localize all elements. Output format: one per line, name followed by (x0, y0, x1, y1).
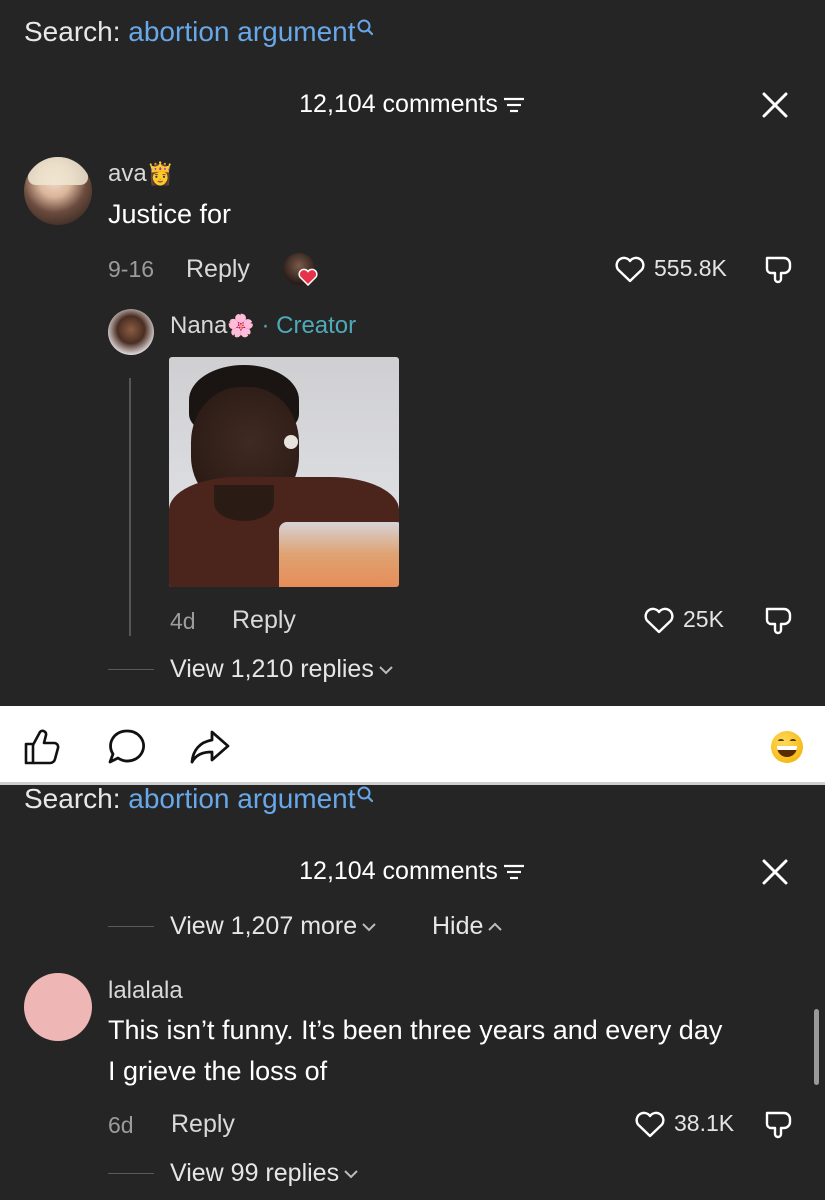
reply-button[interactable]: Reply (171, 1110, 235, 1139)
comment-bubble-icon[interactable] (106, 727, 148, 767)
chevron-down-icon (344, 1170, 358, 1179)
filter-icon[interactable] (502, 862, 526, 882)
comment-date: 6d (108, 1112, 134, 1138)
search-bar[interactable]: Search: abortion argument (24, 16, 374, 48)
action-bar (0, 706, 825, 784)
search-query[interactable]: abortion argument (128, 785, 355, 814)
reply-button[interactable]: Reply (186, 255, 250, 284)
emoji-eye-right (790, 739, 796, 743)
chevron-down-icon (362, 923, 376, 932)
dislike-icon[interactable] (762, 1107, 796, 1141)
chevron-down-icon (379, 666, 393, 675)
username-ava[interactable]: ava👸 (108, 160, 174, 188)
dislike-icon[interactable] (762, 603, 796, 637)
comment-count: 12,104 comments (299, 90, 498, 118)
scrollbar[interactable] (814, 1009, 819, 1085)
avatar-hair (28, 157, 88, 185)
filter-icon[interactable] (502, 95, 526, 115)
username-nana[interactable]: Nana🌸 · Creator (170, 312, 356, 340)
close-icon[interactable] (760, 857, 790, 887)
share-arrow-icon[interactable] (188, 728, 232, 766)
like-count-nana[interactable]: 25K (643, 606, 724, 635)
emoji-mouth (777, 746, 797, 757)
hide-button[interactable]: Hide (432, 912, 503, 941)
username-lalalala[interactable]: lalalala (108, 977, 183, 1005)
like-count[interactable]: 555.8K (614, 255, 727, 284)
emoji-eye-left (778, 739, 784, 743)
flower-emoji: 🌸 (227, 313, 255, 338)
view-more-button[interactable]: View 1,207 more (170, 912, 377, 941)
search-query[interactable]: abortion argument (128, 16, 355, 47)
avatar-ava[interactable] (24, 157, 92, 225)
chevron-up-icon (488, 922, 503, 932)
search-label: Search: (24, 785, 121, 814)
creator-liked-badge (283, 253, 318, 286)
reaction-image[interactable] (169, 357, 399, 587)
image-glass (279, 522, 399, 587)
bottom-screenshot: Search: abortion argument 12,104 comment… (0, 785, 825, 1200)
image-figure-ear (284, 435, 298, 449)
view-replies-button[interactable]: View 1,210 replies (170, 655, 394, 684)
avatar-nana[interactable] (108, 309, 154, 355)
view-more-divider (108, 926, 154, 927)
heart-icon[interactable] (634, 1111, 666, 1139)
search-icon[interactable] (356, 18, 374, 38)
comment-date: 9-16 (108, 256, 155, 282)
view-replies-divider (108, 669, 154, 670)
view-replies-divider (108, 1173, 154, 1174)
search-icon[interactable] (356, 785, 374, 805)
search-bar[interactable]: Search: abortion argument (24, 785, 374, 815)
search-label: Search: (24, 16, 121, 47)
top-screenshot: Search: abortion argument 12,104 comment… (0, 0, 825, 706)
view-replies-button[interactable]: View 99 replies (170, 1159, 359, 1188)
like-count[interactable]: 38.1K (634, 1110, 734, 1139)
comment-text-line1: This isn’t funny. It’s been three years … (108, 1015, 723, 1045)
grin-emoji-icon[interactable] (771, 731, 803, 763)
comment-count: 12,104 comments (299, 857, 498, 885)
heart-icon[interactable] (643, 607, 675, 635)
comments-header: 12,104 comments (0, 857, 825, 886)
thread-line (129, 378, 131, 636)
comment-text-line2: I grieve the loss of (108, 1056, 328, 1086)
avatar-lalalala[interactable] (24, 973, 92, 1041)
heart-badge-icon (298, 268, 318, 286)
creator-tag: · Creator (261, 312, 357, 339)
heart-icon[interactable] (614, 256, 646, 284)
comment-text: Justice for (108, 199, 232, 229)
princess-emoji: 👸 (146, 161, 175, 186)
thumbs-up-icon[interactable] (22, 728, 62, 766)
image-figure-neckline (214, 485, 274, 521)
reply-button-nana[interactable]: Reply (232, 606, 296, 635)
close-icon[interactable] (760, 90, 790, 120)
reply-date: 4d (170, 608, 196, 634)
comments-header: 12,104 comments (0, 90, 825, 119)
dislike-icon[interactable] (762, 252, 796, 286)
